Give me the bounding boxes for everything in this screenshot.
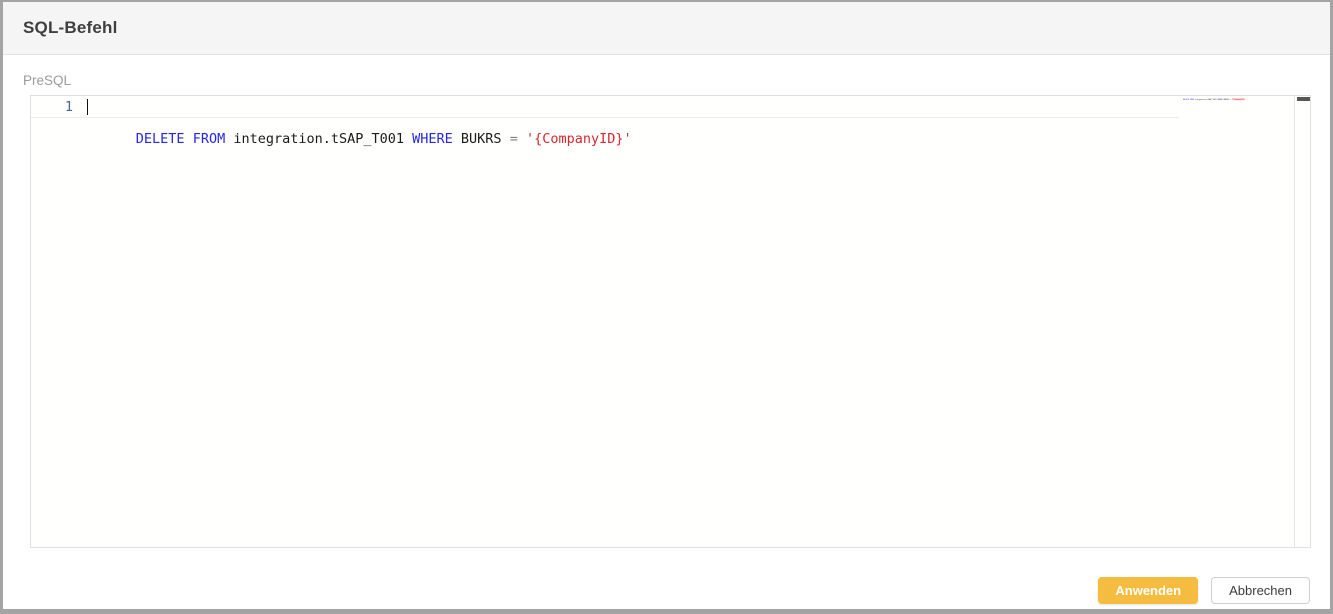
sql-token-keyword: DELETE	[136, 131, 185, 147]
code-line[interactable]: DELETE FROM integration.tSAP_T001 WHERE …	[87, 99, 632, 147]
dialog-header: SQL-Befehl	[3, 2, 1330, 55]
apply-button[interactable]: Anwenden	[1098, 577, 1198, 604]
editor-minimap[interactable]: DELETE FROM integration.tSAP_T001 WHERE …	[1183, 98, 1293, 118]
dialog-title: SQL-Befehl	[23, 18, 118, 38]
vertical-scrollbar[interactable]	[1294, 96, 1310, 547]
sql-token-plain: integration.tSAP_T001	[1194, 98, 1217, 100]
scrollbar-thumb[interactable]	[1297, 97, 1310, 101]
dialog-footer: Anwenden Abbrechen	[1098, 577, 1310, 604]
presql-label: PreSQL	[23, 73, 71, 88]
sql-token-keyword: WHERE	[412, 131, 453, 147]
sql-command-dialog: SQL-Befehl PreSQL 1 DELETE FROM integrat…	[0, 0, 1333, 614]
sql-token-keyword: FROM	[193, 131, 226, 147]
sql-token-operator: =	[510, 131, 518, 147]
sql-token-plain: BUKRS	[453, 131, 510, 147]
sql-token-plain: integration.tSAP_T001	[225, 131, 412, 147]
minimap-line: DELETE FROM integration.tSAP_T001 WHERE …	[1183, 98, 1197, 101]
sql-token-plain	[518, 131, 526, 147]
editor-gutter: 1	[31, 99, 73, 115]
sql-token-string: '{CompanyID}'	[526, 131, 632, 147]
sql-token-plain: BUKRS	[1223, 98, 1230, 100]
text-cursor	[87, 99, 89, 115]
sql-code-editor[interactable]: 1 DELETE FROM integration.tSAP_T001 WHER…	[30, 95, 1311, 548]
sql-token-string: '{CompanyID}'	[1232, 98, 1245, 100]
sql-token-plain	[185, 131, 193, 147]
line-number: 1	[65, 99, 73, 115]
cancel-button[interactable]: Abbrechen	[1211, 577, 1310, 604]
code-line-row[interactable]: 1 DELETE FROM integration.tSAP_T001 WHER…	[31, 96, 1179, 118]
